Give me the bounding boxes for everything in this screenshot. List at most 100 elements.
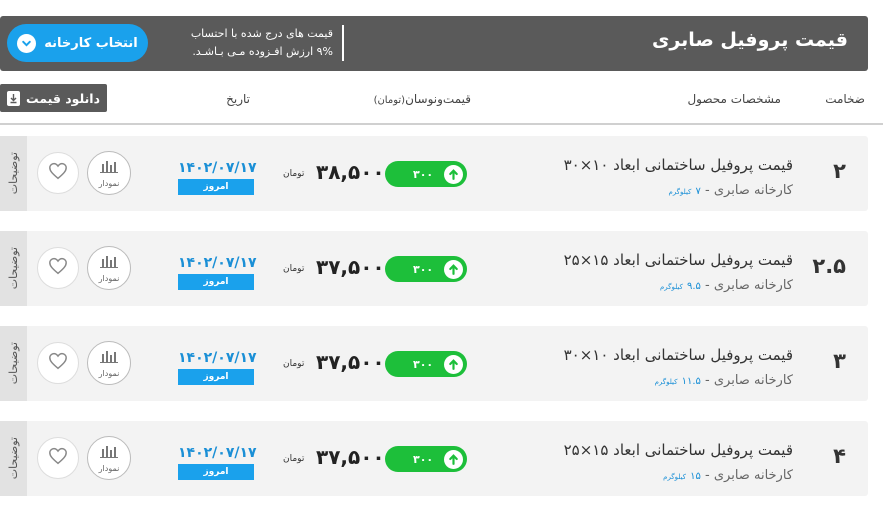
product-title[interactable]: قیمت پروفیل ساختمانی ابعاد ۱۰×۳۰ (564, 156, 793, 174)
price-change-badge: ۳۰۰ (385, 446, 467, 472)
vat-note-line2: ۹% ارزش افـزوده مـی بـاشـد. (192, 45, 333, 58)
details-tab[interactable]: توضیحات (0, 136, 27, 211)
today-badge: امروز (178, 274, 254, 290)
header-divider (342, 25, 344, 61)
price-change-badge: ۳۰۰ (385, 256, 467, 282)
details-tab-label: توضیحات (7, 437, 20, 480)
table-row: توضیحات نمودار ۱۴۰۲/۰۷/۱۷ امروز تومان ۳۷… (0, 326, 868, 401)
download-icon (7, 90, 20, 106)
weight-unit: کیلوگرم (663, 473, 687, 481)
product-weight: ۹.۵ (687, 281, 701, 292)
thickness-value: ۴ (833, 444, 846, 468)
product-title[interactable]: قیمت پروفیل ساختمانی ابعاد ۱۰×۳۰ (564, 346, 793, 364)
favorite-button[interactable] (37, 152, 79, 194)
chart-button[interactable]: نمودار (87, 151, 131, 195)
price-date: ۱۴۰۲/۰۷/۱۷ (178, 255, 257, 271)
details-tab[interactable]: توضیحات (0, 231, 27, 306)
heart-icon (48, 352, 68, 374)
arrow-up-icon (444, 259, 463, 279)
price-change-value: ۳۰۰ (413, 357, 434, 371)
column-price-change-label: قیمت‌ونوسان (405, 92, 471, 106)
bar-chart-icon (100, 348, 118, 367)
thickness-value: ۲.۵ (812, 254, 846, 278)
price-change-value: ۳۰۰ (413, 167, 434, 181)
arrow-up-icon (444, 449, 463, 469)
product-weight: ۱۵ (690, 471, 701, 482)
table-row: توضیحات نمودار ۱۴۰۲/۰۷/۱۷ امروز تومان ۳۷… (0, 421, 868, 496)
table-row: توضیحات نمودار ۱۴۰۲/۰۷/۱۷ امروز تومان ۳۸… (0, 136, 868, 211)
chart-label: نمودار (98, 464, 120, 473)
price-change-badge: ۳۰۰ (385, 161, 467, 187)
heart-icon (48, 447, 68, 469)
product-weight: ۱۱.۵ (681, 376, 701, 387)
chart-label: نمودار (98, 274, 120, 283)
product-title[interactable]: قیمت پروفیل ساختمانی ابعاد ۱۵×۲۵ (564, 251, 793, 269)
page-title: قیمت پروفیل صابری (651, 29, 848, 51)
favorite-button[interactable] (37, 437, 79, 479)
details-tab[interactable]: توضیحات (0, 421, 27, 496)
price-value: ۳۸,۵۰۰ (316, 160, 385, 184)
price-change-value: ۳۰۰ (413, 262, 434, 276)
chart-label: نمودار (98, 179, 120, 188)
details-tab-label: توضیحات (7, 152, 20, 195)
product-subtitle: کارخانه صابری - ۱۵ کیلوگرم (663, 468, 793, 483)
vat-note: قیمت های درج شده با احتساب ۹% ارزش افـزو… (163, 25, 333, 61)
download-prices-label: دانلود قیمت (26, 90, 100, 106)
chevron-down-icon (17, 33, 37, 53)
chart-button[interactable]: نمودار (87, 246, 131, 290)
bar-chart-icon (100, 158, 118, 177)
details-tab[interactable]: توضیحات (0, 326, 27, 401)
thickness-value: ۲ (833, 159, 846, 183)
price-change-value: ۳۰۰ (413, 452, 434, 466)
header-separator (0, 123, 883, 125)
column-date: تاریخ (226, 92, 250, 106)
heart-icon (48, 257, 68, 279)
price-unit: تومان (283, 359, 305, 369)
product-subtitle: کارخانه صابری - ۱۱.۵ کیلوگرم (655, 373, 793, 388)
column-price-change: قیمت‌ونوسان(تومان) (374, 92, 471, 106)
price-value: ۳۷,۵۰۰ (316, 255, 385, 279)
factory-name: کارخانه صابری - (700, 183, 793, 198)
price-unit: تومان (283, 264, 305, 274)
chart-label: نمودار (98, 369, 120, 378)
price-date: ۱۴۰۲/۰۷/۱۷ (178, 445, 257, 461)
table-row: توضیحات نمودار ۱۴۰۲/۰۷/۱۷ امروز تومان ۳۷… (0, 231, 868, 306)
price-date: ۱۴۰۲/۰۷/۱۷ (178, 350, 257, 366)
today-badge: امروز (178, 179, 254, 195)
factory-name: کارخانه صابری - (700, 373, 793, 388)
page-header: قیمت پروفیل صابری قیمت های درج شده با اح… (0, 16, 868, 71)
details-tab-label: توضیحات (7, 247, 20, 290)
product-subtitle: کارخانه صابری - ۹.۵ کیلوگرم (660, 278, 793, 293)
column-specs: مشخصات محصول (687, 92, 781, 106)
factory-name: کارخانه صابری - (700, 278, 793, 293)
favorite-button[interactable] (37, 342, 79, 384)
download-prices-button[interactable]: دانلود قیمت (0, 84, 107, 112)
heart-icon (48, 162, 68, 184)
today-badge: امروز (178, 369, 254, 385)
select-factory-label: انتخاب کارخانه (44, 35, 138, 51)
price-unit: تومان (283, 169, 305, 179)
today-badge: امروز (178, 464, 254, 480)
vat-note-line1: قیمت های درج شده با احتساب (190, 27, 333, 40)
price-change-badge: ۳۰۰ (385, 351, 467, 377)
weight-unit: کیلوگرم (668, 188, 692, 196)
chart-button[interactable]: نمودار (87, 341, 131, 385)
price-date: ۱۴۰۲/۰۷/۱۷ (178, 160, 257, 176)
price-value: ۳۷,۵۰۰ (316, 445, 385, 469)
favorite-button[interactable] (37, 247, 79, 289)
product-title[interactable]: قیمت پروفیل ساختمانی ابعاد ۱۵×۲۵ (564, 441, 793, 459)
arrow-up-icon (444, 164, 463, 184)
product-subtitle: کارخانه صابری - ۷ کیلوگرم (668, 183, 793, 198)
chart-button[interactable]: نمودار (87, 436, 131, 480)
arrow-up-icon (444, 354, 463, 374)
select-factory-button[interactable]: انتخاب کارخانه (7, 24, 148, 62)
column-thickness: ضخامت (825, 92, 865, 106)
bar-chart-icon (100, 443, 118, 462)
details-tab-label: توضیحات (7, 342, 20, 385)
price-unit: تومان (283, 454, 305, 464)
price-value: ۳۷,۵۰۰ (316, 350, 385, 374)
weight-unit: کیلوگرم (654, 378, 678, 386)
thickness-value: ۳ (833, 349, 846, 373)
factory-name: کارخانه صابری - (700, 468, 793, 483)
weight-unit: کیلوگرم (659, 283, 683, 291)
